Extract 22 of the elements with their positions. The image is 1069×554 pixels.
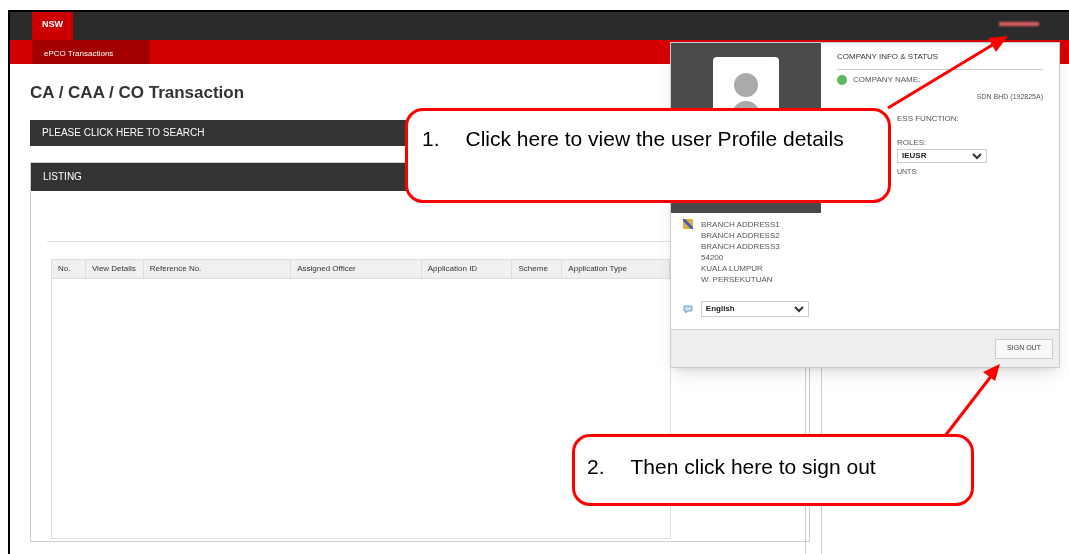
- callout-number: 1.: [422, 126, 440, 152]
- column-header: Assigned Officer: [291, 259, 422, 278]
- page-title: CA / CAA / CO Transaction: [30, 82, 245, 104]
- address-line: 54200: [701, 252, 725, 263]
- column-header: Scheme: [512, 259, 563, 278]
- business-function-label: ESS FUNCTION:: [897, 112, 959, 125]
- address-line: KUALA LUMPUR: [701, 263, 764, 274]
- roles-label: ROLES:: [897, 136, 927, 149]
- callout-text: Then click here to sign out: [630, 454, 876, 480]
- company-info-title: COMPANY INFO & STATUS: [837, 51, 1043, 70]
- address-line: BRANCH ADDRESS2: [701, 230, 780, 241]
- address-line: BRANCH ADDRESS3: [701, 241, 780, 252]
- column-header: Application ID: [421, 259, 513, 278]
- address-line: BRANCH ADDRESS1: [701, 219, 780, 230]
- address-line: W. PERSEKUTUAN: [701, 274, 774, 285]
- column-header: Application Type: [562, 259, 670, 278]
- callout-text: Click here to view the user Profile details: [465, 126, 845, 152]
- callout-number: 2.: [587, 454, 605, 480]
- column-header: No.: [52, 259, 86, 278]
- company-name-label: COMPANY NAME:: [853, 74, 921, 86]
- column-header: View Details: [85, 259, 144, 278]
- column-header: Reference No.: [143, 259, 292, 278]
